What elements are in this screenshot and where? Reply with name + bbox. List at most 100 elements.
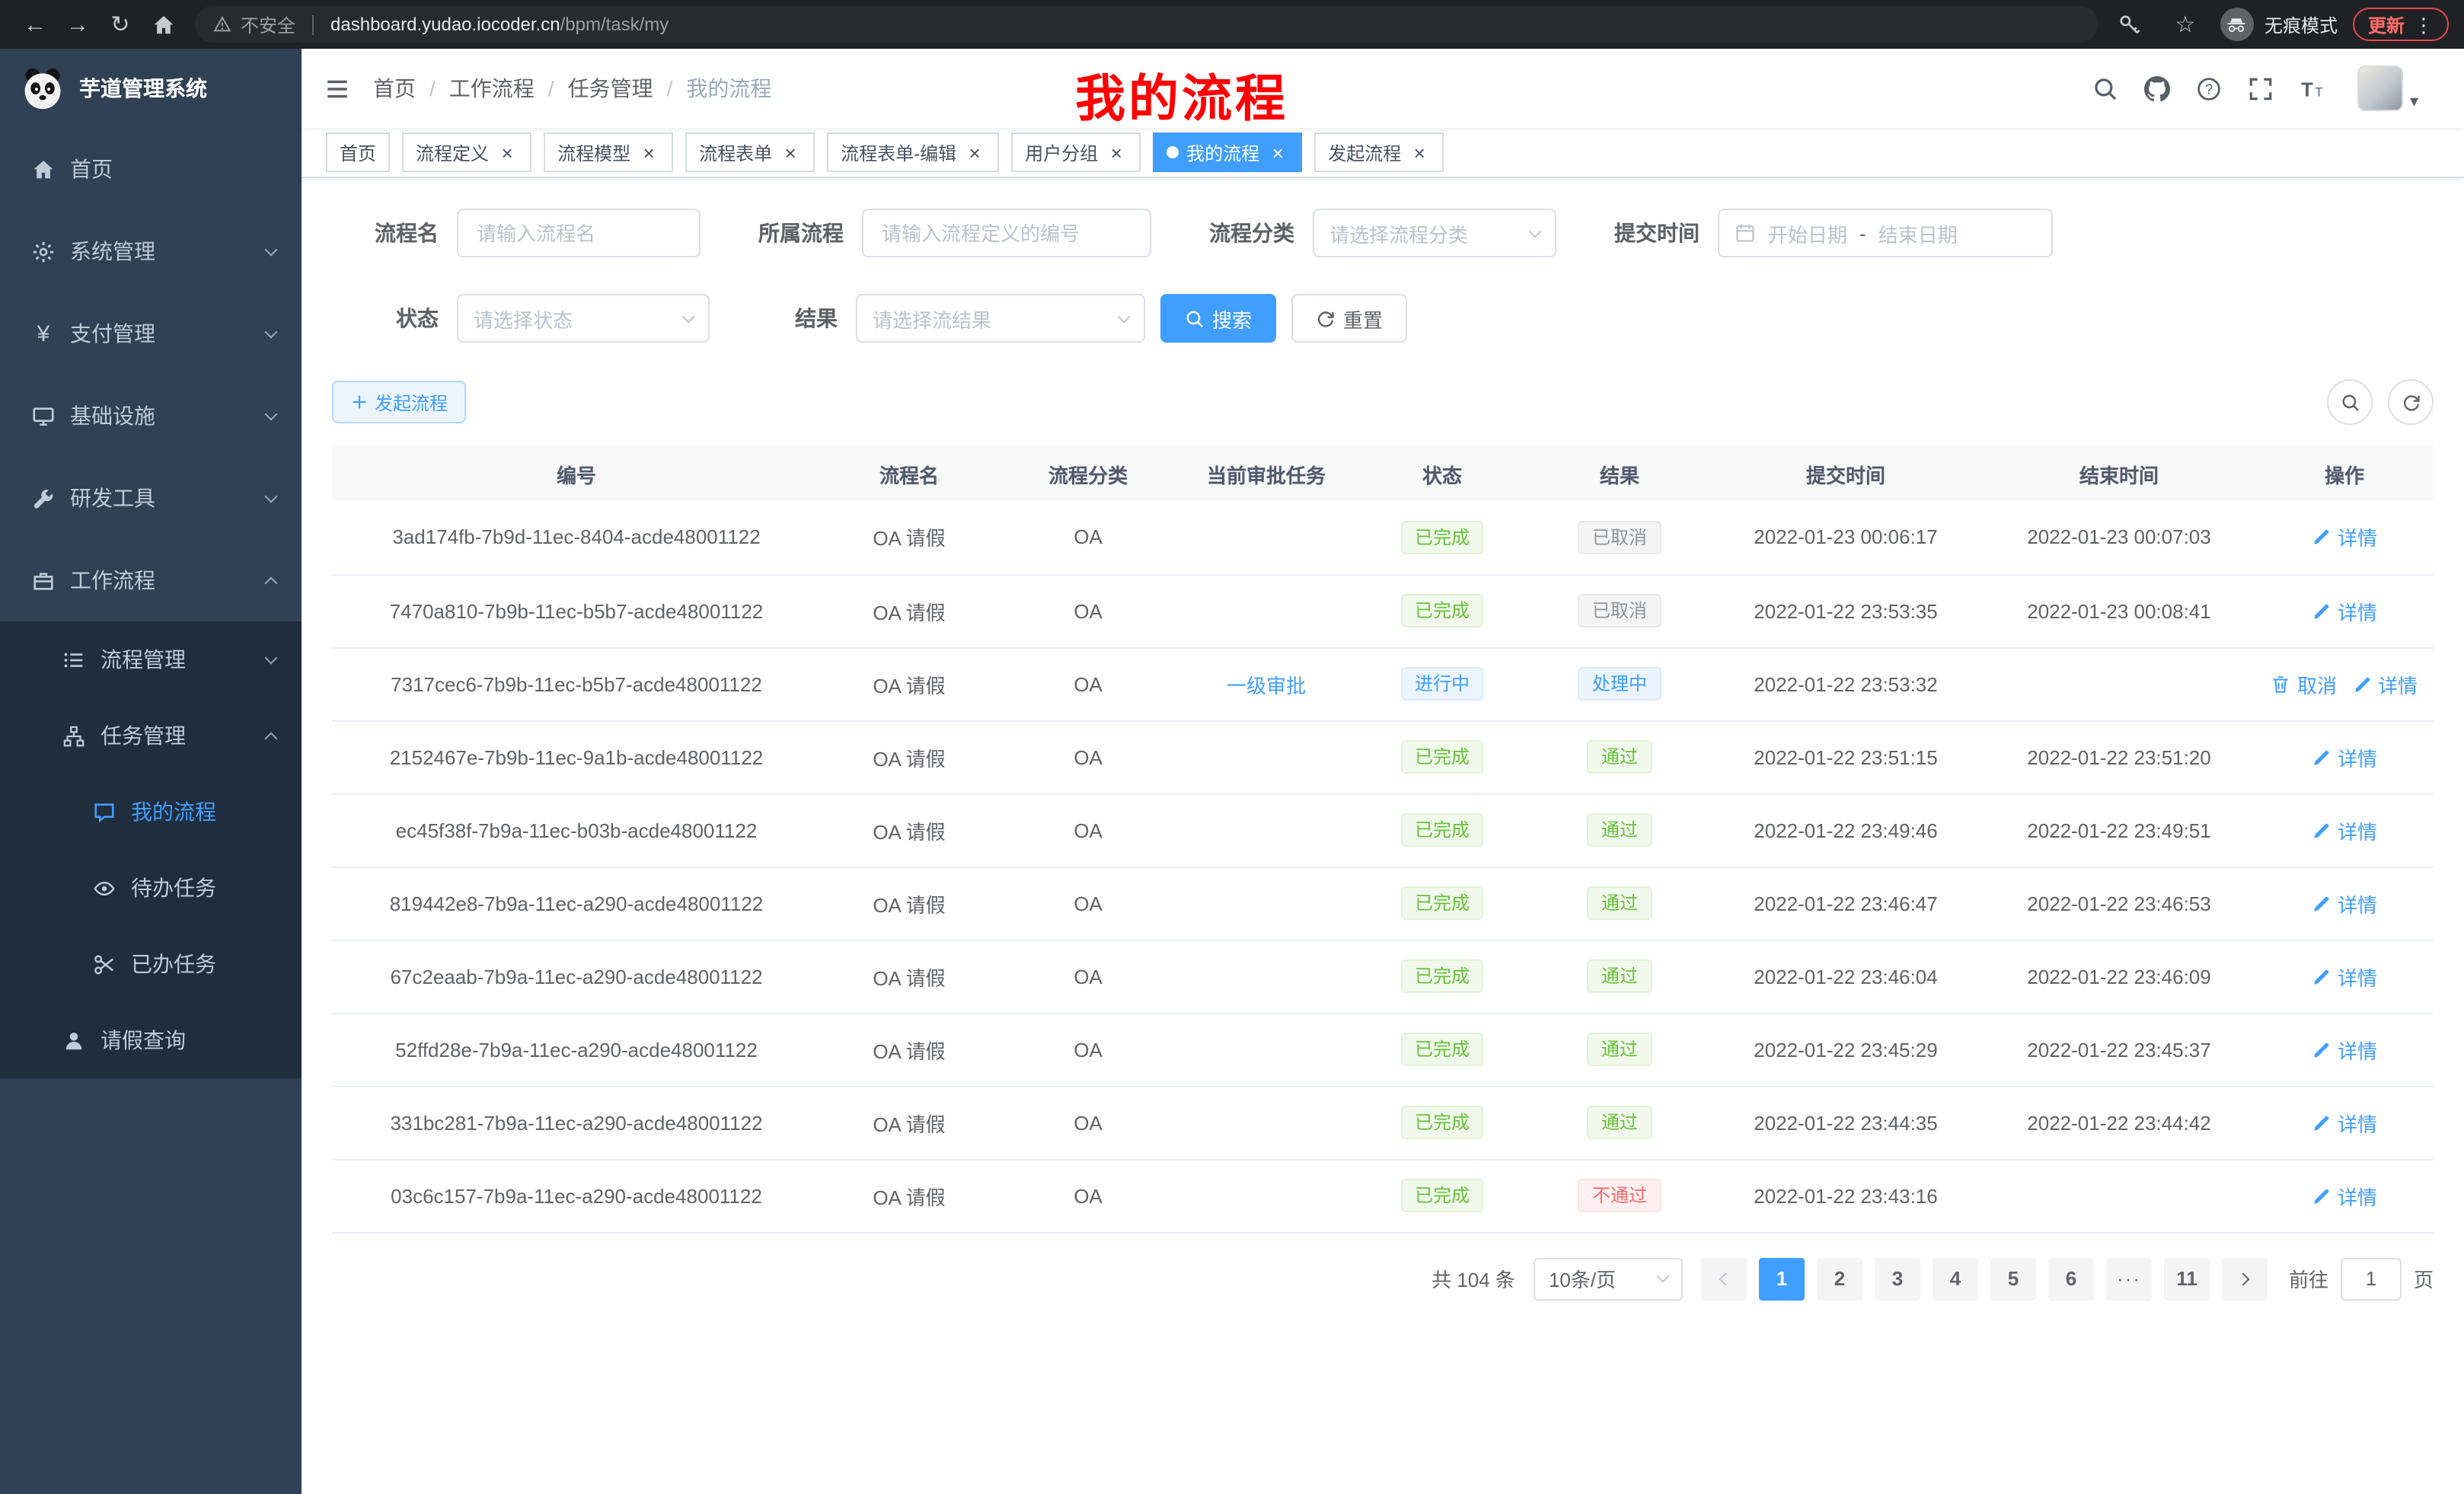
breadcrumb-item[interactable]: 任务管理: [568, 73, 653, 104]
detail-link[interactable]: 详情: [2312, 962, 2377, 991]
detail-link[interactable]: 详情: [2312, 1108, 2377, 1137]
tab-my-process[interactable]: 我的流程×: [1153, 132, 1302, 172]
tab-process-form-edit[interactable]: 流程表单-编辑×: [827, 132, 999, 172]
hamburger-icon[interactable]: [302, 49, 373, 128]
plus-icon: [350, 393, 369, 411]
submit-time-range[interactable]: 开始日期 - 结束日期: [1718, 209, 2053, 257]
process-name-input[interactable]: [457, 209, 701, 257]
result-badge: 通过: [1588, 886, 1652, 920]
github-icon[interactable]: [2145, 75, 2171, 101]
cell-actions: 取消详情: [2255, 647, 2434, 720]
back-icon[interactable]: ←: [15, 5, 55, 44]
refresh-table-button[interactable]: [2388, 379, 2434, 425]
update-button[interactable]: 更新 ⋮: [2353, 8, 2449, 41]
sidebar-item-devtools[interactable]: 研发工具: [0, 457, 302, 539]
help-icon[interactable]: ?: [2197, 75, 2223, 101]
close-icon[interactable]: ×: [638, 142, 659, 163]
page-button-3[interactable]: 3: [1875, 1257, 1920, 1300]
table-row: 7470a810-7b9b-11ec-b5b7-acde48001122OA 请…: [332, 574, 2434, 647]
next-page-button[interactable]: [2222, 1257, 2268, 1300]
sidebar-item-todo-task[interactable]: 待办任务: [0, 850, 302, 926]
search-icon[interactable]: [2093, 75, 2119, 101]
search-button[interactable]: 搜索: [1160, 294, 1276, 343]
breadcrumb-item[interactable]: 工作流程: [449, 73, 535, 104]
chevron-down-icon: [682, 310, 695, 323]
page-button-1[interactable]: 1: [1759, 1257, 1805, 1300]
sidebar-item-process-management[interactable]: 流程管理: [0, 621, 302, 698]
status-badge: 已完成: [1401, 886, 1483, 920]
show-search-button[interactable]: [2327, 379, 2373, 425]
key-icon[interactable]: [2111, 5, 2150, 44]
tab-process-model[interactable]: 流程模型×: [544, 132, 673, 172]
cell-end-time: 2022-01-22 23:51:20: [1983, 720, 2255, 793]
tab-process-form[interactable]: 流程表单×: [685, 132, 815, 172]
sidebar-item-system[interactable]: 系统管理: [0, 210, 302, 292]
process-id-input[interactable]: [862, 209, 1151, 257]
page-ellipsis[interactable]: ···: [2106, 1257, 2152, 1300]
sidebar-item-label: 工作流程: [70, 565, 253, 595]
prev-page-button[interactable]: [1701, 1257, 1747, 1300]
detail-link[interactable]: 详情: [2312, 889, 2377, 918]
menu-dots-icon[interactable]: ⋮: [2414, 13, 2434, 36]
tab-start-process[interactable]: 发起流程×: [1314, 132, 1444, 172]
close-icon[interactable]: ×: [964, 142, 985, 163]
current-task-link[interactable]: 一级审批: [1227, 669, 1306, 698]
detail-link[interactable]: 详情: [2312, 596, 2377, 625]
detail-link[interactable]: 详情: [2312, 523, 2377, 552]
table-tools: [2327, 379, 2434, 425]
page-button-5[interactable]: 5: [1990, 1257, 2036, 1300]
close-icon[interactable]: ×: [1409, 142, 1430, 163]
category-select[interactable]: 请选择流程分类: [1313, 209, 1556, 257]
status-badge: 已完成: [1401, 1033, 1483, 1066]
page-button-2[interactable]: 2: [1817, 1257, 1862, 1300]
detail-link[interactable]: 详情: [2312, 742, 2377, 771]
sidebar-item-workflow[interactable]: 工作流程: [0, 539, 302, 621]
create-process-button[interactable]: 发起流程: [332, 381, 466, 423]
security-label[interactable]: 不安全: [241, 11, 295, 37]
browser-home-icon[interactable]: [143, 5, 183, 44]
close-icon[interactable]: ×: [780, 142, 801, 163]
sidebar-item-my-process[interactable]: 我的流程: [0, 774, 302, 850]
page-button-4[interactable]: 4: [1933, 1257, 1978, 1300]
user-avatar[interactable]: ▾: [2358, 65, 2418, 111]
detail-link[interactable]: 详情: [2312, 1035, 2377, 1064]
fullscreen-icon[interactable]: [2249, 75, 2274, 101]
sidebar-item-leave-query[interactable]: 请假查询: [0, 1002, 302, 1078]
page-button-6[interactable]: 6: [2048, 1257, 2094, 1300]
goto-page-input[interactable]: [2341, 1257, 2402, 1300]
sidebar-item-home[interactable]: 首页: [0, 128, 302, 210]
tab-home[interactable]: 首页: [326, 132, 390, 172]
sidebar-item-task-management[interactable]: 任务管理: [0, 698, 302, 774]
sidebar-item-payment[interactable]: ¥支付管理: [0, 292, 302, 375]
close-icon[interactable]: ×: [1267, 142, 1288, 163]
status-select[interactable]: 请选择状态: [457, 294, 710, 343]
detail-link[interactable]: 详情: [2312, 1181, 2377, 1210]
tab-process-definition[interactable]: 流程定义×: [402, 132, 531, 172]
sidebar-item-infrastructure[interactable]: 基础设施: [0, 375, 302, 457]
detail-link[interactable]: 详情: [2352, 669, 2418, 698]
cell-actions: 详情: [2255, 867, 2434, 940]
page-button-11[interactable]: 11: [2164, 1257, 2210, 1300]
address-bar[interactable]: 不安全 dashboard.yudao.iocoder.cn/bpm/task/…: [195, 6, 2099, 43]
cell-process-name: OA 请假: [821, 867, 997, 940]
reset-button[interactable]: 重置: [1291, 294, 1407, 343]
breadcrumb-separator: /: [548, 76, 554, 101]
edit-icon: [2312, 601, 2332, 621]
detail-link[interactable]: 详情: [2312, 816, 2377, 844]
close-icon[interactable]: ×: [496, 142, 518, 163]
sidebar-item-done-task[interactable]: 已办任务: [0, 926, 302, 1002]
logo[interactable]: 芋道管理系统: [0, 49, 302, 128]
reload-icon[interactable]: ↻: [101, 5, 140, 44]
tab-user-group[interactable]: 用户分组×: [1011, 132, 1141, 172]
forward-icon[interactable]: →: [58, 5, 97, 44]
chevron-up-icon: [265, 732, 278, 745]
font-size-icon[interactable]: TT: [2300, 75, 2326, 101]
cancel-link[interactable]: 取消: [2271, 669, 2337, 698]
avatar[interactable]: [2358, 65, 2404, 111]
bookmark-star-icon[interactable]: ☆: [2166, 5, 2205, 44]
close-icon[interactable]: ×: [1106, 142, 1127, 163]
breadcrumb-item[interactable]: 首页: [373, 73, 416, 104]
result-select[interactable]: 请选择流结果: [856, 294, 1145, 343]
navbar-actions: ? TT ▾: [2093, 65, 2418, 111]
page-size-select[interactable]: 10条/页: [1534, 1257, 1683, 1300]
